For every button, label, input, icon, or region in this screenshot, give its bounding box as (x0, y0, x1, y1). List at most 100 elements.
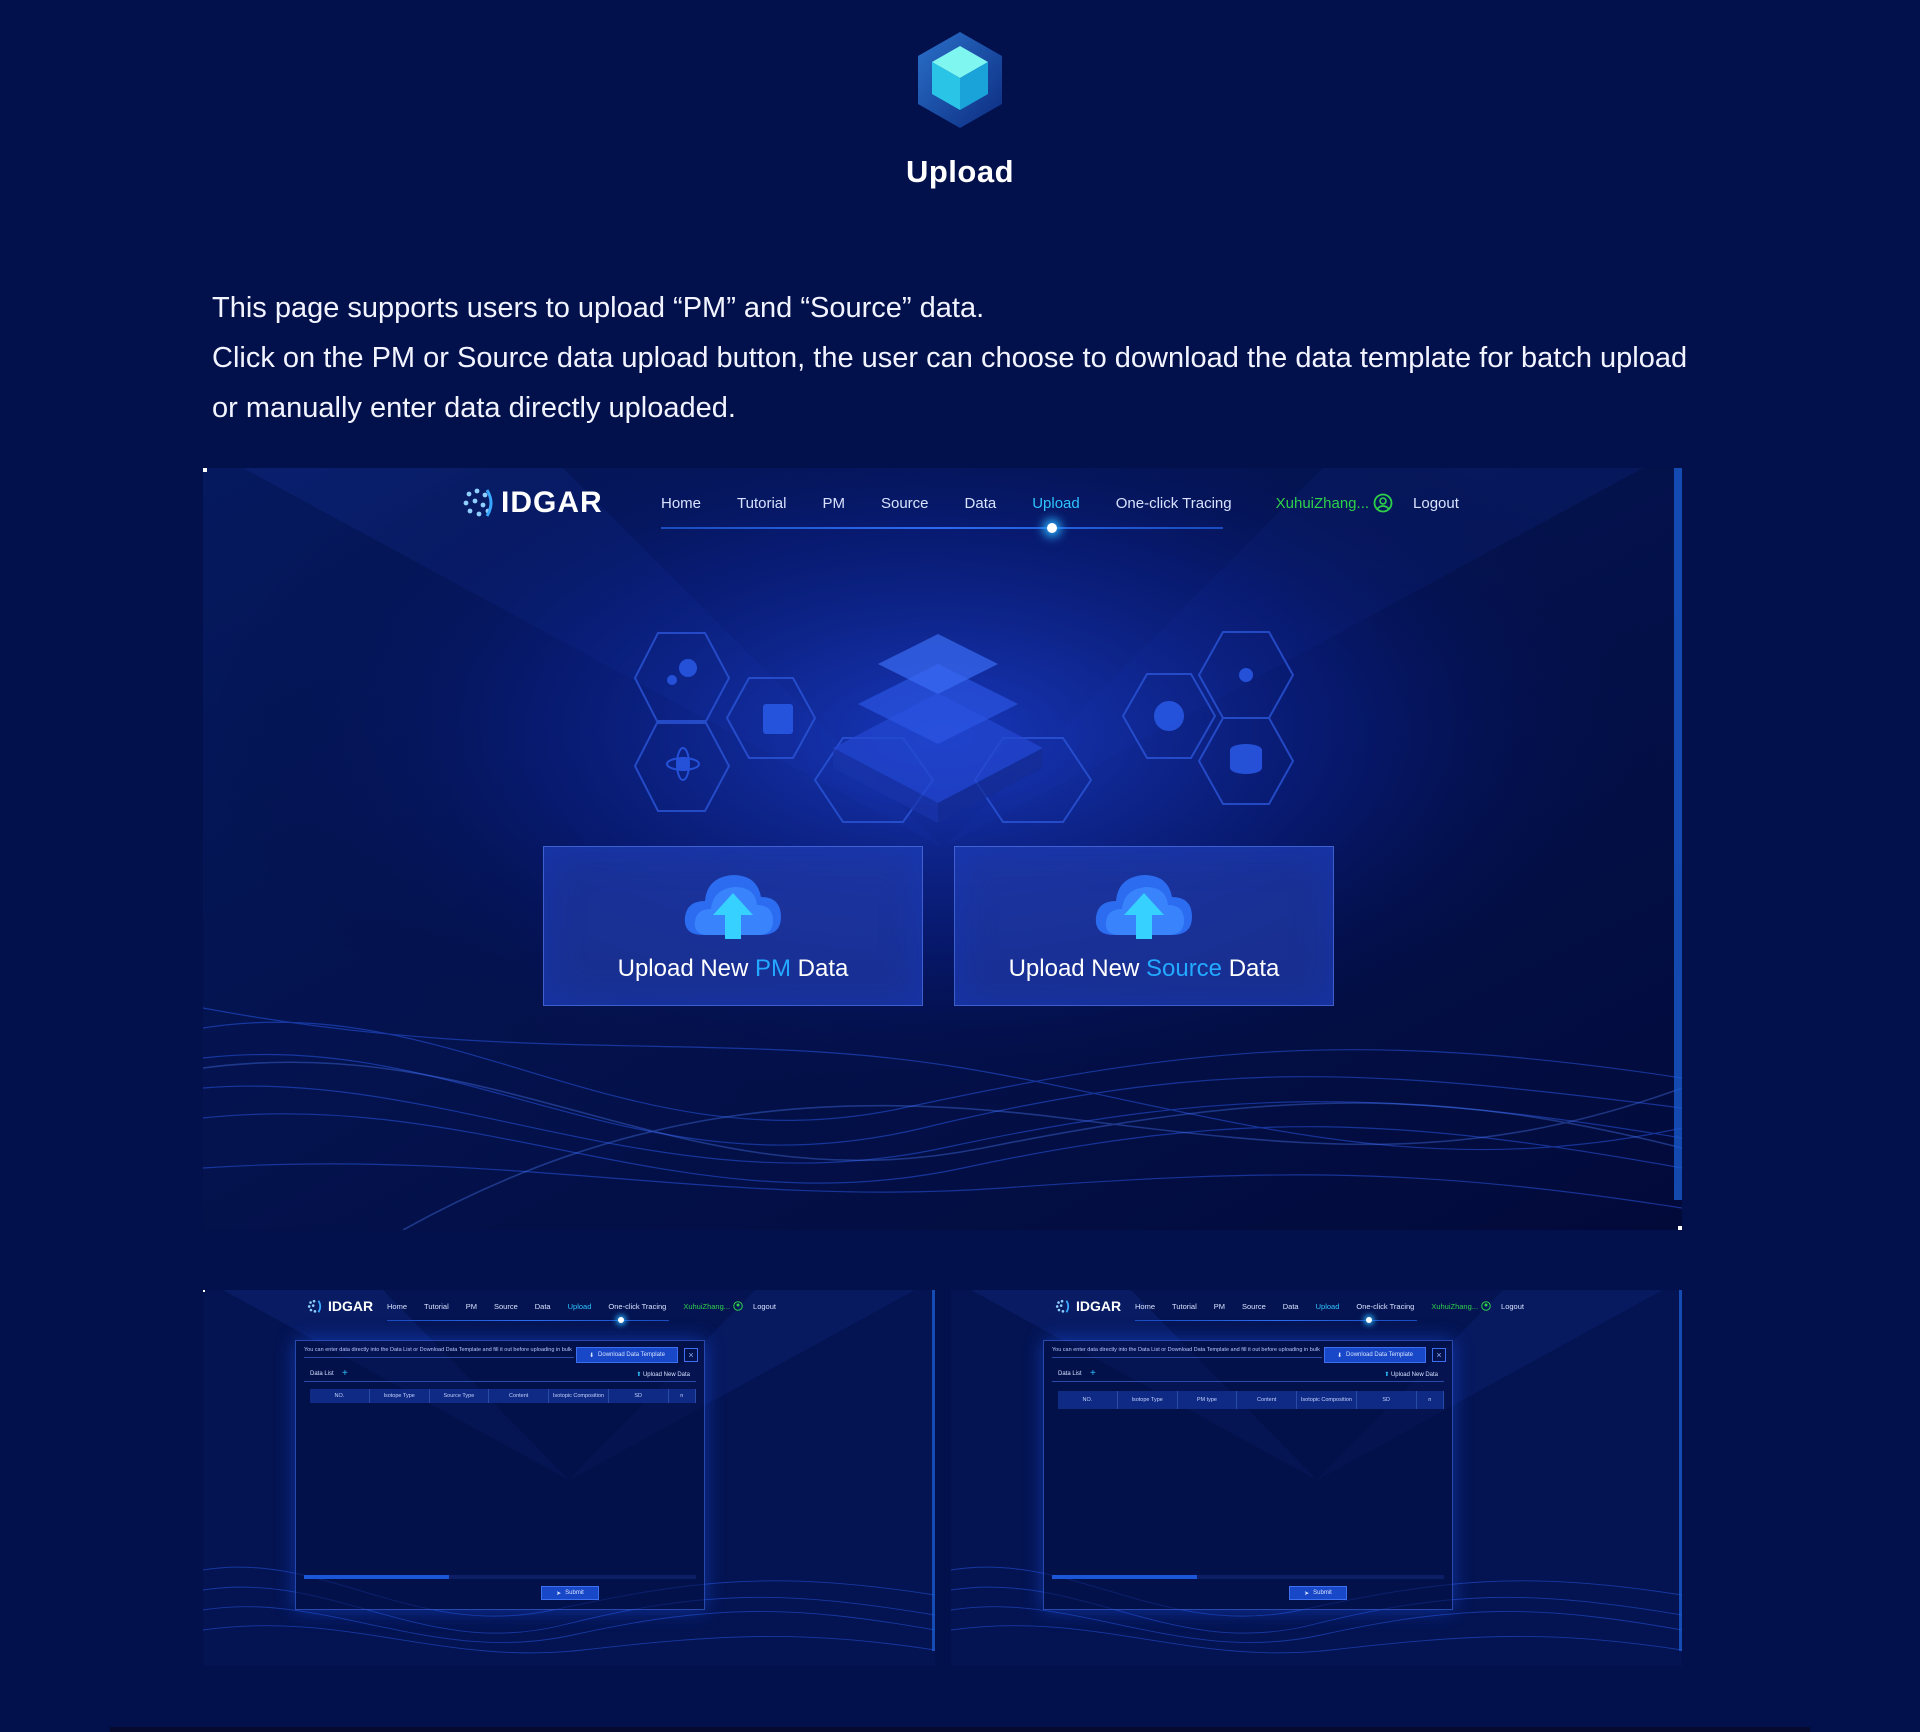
nav-pm[interactable]: PM (466, 1302, 477, 1311)
panel-hint: You can enter data directly into the Dat… (1052, 1347, 1322, 1358)
scrollbar[interactable] (932, 1290, 935, 1651)
nav-source[interactable]: Source (881, 495, 929, 512)
nav-upload[interactable]: Upload (1032, 495, 1080, 512)
user-icon[interactable] (733, 1301, 743, 1311)
nav-one-click-tracing[interactable]: One-click Tracing (1356, 1302, 1414, 1311)
upload-new-data-button[interactable]: ⬆ Upload New Data (636, 1371, 690, 1378)
column-header: PM type (1178, 1391, 1238, 1409)
logout-link[interactable]: Logout (753, 1302, 776, 1311)
download-template-button[interactable]: ⬇ Download Data Template (1324, 1347, 1426, 1363)
add-tab-button[interactable]: + (1090, 1368, 1096, 1379)
upload-pm-card[interactable]: Upload New PM Data (543, 846, 923, 1006)
nav-active-indicator (618, 1317, 624, 1323)
tab-data-list[interactable]: Data List (1058, 1371, 1082, 1377)
nav-upload[interactable]: Upload (1316, 1302, 1340, 1311)
close-button[interactable]: × (684, 1348, 698, 1362)
column-header: n (1417, 1391, 1445, 1409)
scroll-thumb[interactable] (304, 1575, 450, 1579)
next-screenshot-edge (110, 1727, 1810, 1732)
button-label: Upload New Data (1390, 1372, 1438, 1378)
nav-pm[interactable]: PM (822, 495, 845, 512)
scroll-thumb[interactable] (1052, 1575, 1198, 1579)
add-tab-button[interactable]: + (342, 1368, 348, 1379)
pm-upload-form-screenshot: IDGAR Home Tutorial PM Source Data Uploa… (203, 1290, 935, 1666)
nav-home[interactable]: Home (1135, 1302, 1155, 1311)
column-header: Content (1237, 1391, 1298, 1409)
nav-data[interactable]: Data (965, 495, 997, 512)
logo-text: IDGAR (1076, 1298, 1122, 1314)
idgar-logo-icon (307, 1299, 322, 1313)
column-header: n (669, 1389, 697, 1403)
table-header: NO. Isotope Type Source Type Content Iso… (310, 1389, 697, 1403)
horizontal-scrollbar[interactable] (1052, 1575, 1444, 1579)
nav-home[interactable]: Home (661, 495, 701, 512)
intro-line-1: This page supports users to upload “PM” … (212, 292, 985, 324)
user-name[interactable]: XuhuiZhang... (1276, 495, 1369, 512)
nav-tutorial[interactable]: Tutorial (1172, 1302, 1197, 1311)
nav-tutorial[interactable]: Tutorial (737, 495, 786, 512)
nav-data[interactable]: Data (1283, 1302, 1299, 1311)
nav-underline (387, 1320, 669, 1321)
nav-pm[interactable]: PM (1214, 1302, 1225, 1311)
send-icon: ➤ (1304, 1590, 1310, 1597)
user-icon[interactable] (1373, 493, 1393, 513)
logout-link[interactable]: Logout (1413, 495, 1459, 512)
nav-data[interactable]: Data (535, 1302, 551, 1311)
nav-upload[interactable]: Upload (568, 1302, 592, 1311)
user-name[interactable]: XuhuiZhang... (683, 1302, 730, 1311)
upload-pm-label: Upload New PM Data (544, 955, 922, 983)
wave-background (203, 468, 1682, 1230)
upload-source-card[interactable]: Upload New Source Data (954, 846, 1334, 1006)
idgar-logo[interactable]: IDGAR (461, 486, 603, 520)
scrollbar[interactable] (1674, 468, 1682, 1200)
idgar-logo[interactable]: IDGAR (1055, 1298, 1121, 1314)
button-label: Submit (1313, 1590, 1332, 1596)
submit-button[interactable]: ➤ Submit (1289, 1586, 1347, 1600)
label-prefix: Upload New (617, 955, 756, 982)
logout-link[interactable]: Logout (1501, 1302, 1524, 1311)
cube-icon (914, 30, 1006, 130)
scrollbar[interactable] (1679, 1290, 1682, 1651)
idgar-logo[interactable]: IDGAR (307, 1298, 373, 1314)
label-prefix: Upload New (1008, 955, 1146, 982)
nav-source[interactable]: Source (1242, 1302, 1266, 1311)
nav-active-indicator (1047, 523, 1057, 533)
logo-text: IDGAR (501, 486, 603, 519)
column-header: Isotope Type (370, 1389, 430, 1403)
nav-one-click-tracing[interactable]: One-click Tracing (608, 1302, 666, 1311)
table-header: NO. Isotope Type PM type Content Isotopi… (1058, 1391, 1445, 1409)
upload-new-data-button[interactable]: ⬆ Upload New Data (1384, 1371, 1438, 1378)
column-header: NO. (310, 1389, 370, 1403)
nav-one-click-tracing[interactable]: One-click Tracing (1116, 495, 1232, 512)
data-entry-panel: You can enter data directly into the Dat… (295, 1340, 705, 1610)
close-button[interactable]: × (1432, 1348, 1446, 1362)
upload-page-screenshot: IDGAR Home Tutorial PM Source Data Uploa… (203, 468, 1682, 1230)
idgar-logo-icon (1055, 1299, 1070, 1313)
data-table: NO. Isotope Type PM type Content Isotopi… (1058, 1391, 1445, 1571)
logo-text: IDGAR (328, 1298, 374, 1314)
data-list-tabbar: Data List + ⬆ Upload New Data (1052, 1368, 1444, 1382)
download-icon: ⬇ (589, 1352, 595, 1359)
nav-underline (661, 527, 1223, 529)
nav-tutorial[interactable]: Tutorial (424, 1302, 449, 1311)
submit-button[interactable]: ➤ Submit (541, 1586, 599, 1600)
tab-data-list[interactable]: Data List (310, 1371, 334, 1377)
nav-home[interactable]: Home (387, 1302, 407, 1311)
column-header: Content (489, 1389, 550, 1403)
button-label: Download Data Template (1346, 1352, 1413, 1358)
column-header: SD (1357, 1391, 1417, 1409)
user-name[interactable]: XuhuiZhang... (1431, 1302, 1478, 1311)
button-label: Upload New Data (642, 1372, 690, 1378)
intro-line-2: Click on the PM or Source data upload bu… (212, 342, 1688, 424)
button-label: Submit (565, 1590, 584, 1596)
cloud-upload-icon (1095, 875, 1192, 939)
label-highlight: Source (1145, 955, 1223, 982)
nav-source[interactable]: Source (494, 1302, 518, 1311)
user-icon[interactable] (1481, 1301, 1491, 1311)
data-list-tabbar: Data List + ⬆ Upload New Data (304, 1368, 696, 1382)
upload-icon: ⬆ (636, 1372, 643, 1378)
horizontal-scrollbar[interactable] (304, 1575, 696, 1579)
data-entry-panel: You can enter data directly into the Dat… (1043, 1340, 1453, 1610)
download-template-button[interactable]: ⬇ Download Data Template (576, 1347, 678, 1363)
label-suffix: Data (1222, 955, 1280, 982)
